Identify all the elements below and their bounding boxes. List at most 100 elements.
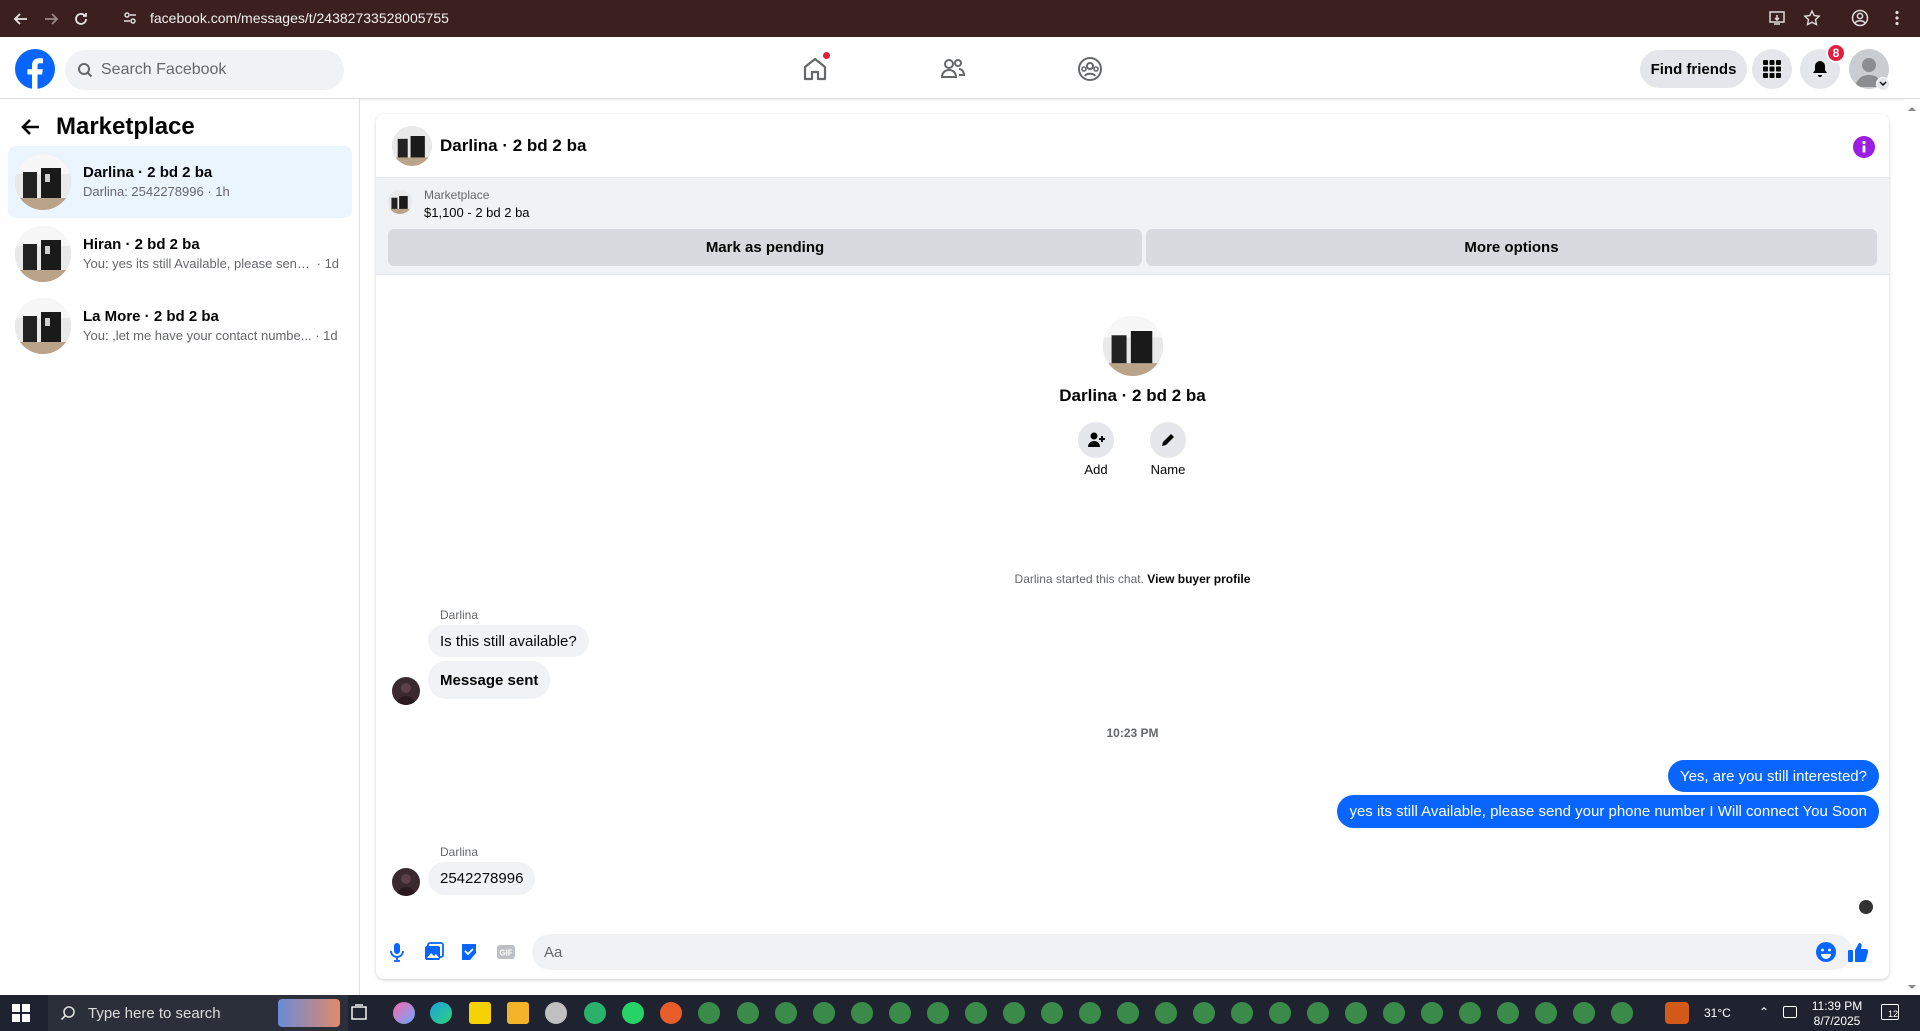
notifications-bell-icon[interactable]: 8 bbox=[1800, 43, 1846, 89]
chrome-icon[interactable] bbox=[660, 1002, 682, 1024]
svg-text:GIF: GIF bbox=[499, 949, 512, 958]
view-buyer-profile-link[interactable]: View buyer profile bbox=[1147, 572, 1250, 586]
chrome-icon[interactable] bbox=[965, 1002, 987, 1024]
chrome-icon[interactable] bbox=[1155, 1002, 1177, 1024]
install-app-icon[interactable] bbox=[1764, 5, 1790, 31]
taskbar-search[interactable]: Type here to search bbox=[48, 995, 348, 1031]
file-explorer-icon[interactable] bbox=[507, 1002, 529, 1024]
clock-time[interactable]: 11:39 PM bbox=[1810, 999, 1864, 1013]
chrome-icon[interactable] bbox=[1345, 1002, 1367, 1024]
chrome-icon[interactable] bbox=[1117, 1002, 1139, 1024]
weather-icon[interactable] bbox=[1665, 1002, 1689, 1024]
chrome-icon[interactable] bbox=[1459, 1002, 1481, 1024]
conversation-item[interactable]: La More · 2 bd 2 ba You: ,let me have yo… bbox=[8, 290, 352, 362]
sticker-icon[interactable] bbox=[456, 939, 482, 965]
add-button[interactable]: Add bbox=[1071, 422, 1121, 477]
chrome-icon[interactable] bbox=[698, 1002, 720, 1024]
bookmark-star-icon[interactable] bbox=[1799, 5, 1825, 31]
search-input[interactable]: Search Facebook bbox=[65, 50, 344, 90]
search-icon bbox=[77, 62, 101, 78]
listing-thumbnail bbox=[15, 154, 71, 210]
chrome-icon[interactable] bbox=[1497, 1002, 1519, 1024]
chrome-icon[interactable] bbox=[1383, 1002, 1405, 1024]
conversation-item[interactable]: Darlina · 2 bd 2 ba Darlina: 2542278996 … bbox=[8, 146, 352, 218]
conversation-item[interactable]: Hiran · 2 bd 2 ba You: yes its still Ava… bbox=[8, 218, 352, 290]
chrome-icon[interactable] bbox=[1269, 1002, 1291, 1024]
groups-icon[interactable] bbox=[1073, 52, 1107, 86]
search-placeholder: Search Facebook bbox=[101, 61, 227, 78]
message-bubble[interactable]: Message sent bbox=[428, 661, 551, 699]
menu-grid-icon[interactable] bbox=[1752, 49, 1792, 89]
site-info-icon[interactable] bbox=[122, 10, 138, 26]
mark-as-pending-button[interactable]: Mark as pending bbox=[388, 229, 1142, 266]
notification-center-icon[interactable]: 12 bbox=[1881, 1004, 1899, 1020]
conversation-time: · 1d bbox=[316, 256, 340, 271]
facebook-logo-icon[interactable] bbox=[15, 49, 55, 89]
chat-title[interactable]: Darlina · 2 bd 2 ba bbox=[440, 136, 586, 156]
sticky-notes-icon[interactable] bbox=[469, 1002, 491, 1024]
page-scrollbar[interactable] bbox=[1904, 99, 1920, 995]
app-icon[interactable] bbox=[545, 1002, 567, 1024]
listing-title[interactable]: $1,100 - 2 bd 2 ba bbox=[424, 205, 530, 220]
emoji-icon[interactable] bbox=[1813, 939, 1839, 965]
message-bubble[interactable]: Is this still available? bbox=[428, 625, 589, 657]
chrome-icon[interactable] bbox=[1003, 1002, 1025, 1024]
profile-icon[interactable] bbox=[1847, 5, 1873, 31]
profile-name: Darlina · 2 bd 2 ba bbox=[1059, 386, 1206, 405]
copilot-icon[interactable] bbox=[393, 1002, 415, 1024]
chrome-icon[interactable] bbox=[889, 1002, 911, 1024]
forward-icon[interactable] bbox=[38, 6, 64, 32]
like-thumb-icon[interactable] bbox=[1845, 939, 1871, 965]
conversation-sidebar: Marketplace Darlina · 2 bd 2 ba Darlina:… bbox=[0, 99, 360, 995]
name-button[interactable]: Name bbox=[1143, 422, 1193, 477]
menu-dots-icon[interactable] bbox=[1884, 5, 1910, 31]
chrome-icon[interactable] bbox=[775, 1002, 797, 1024]
message-input[interactable]: Aa bbox=[532, 934, 1852, 970]
home-notification-dot bbox=[822, 51, 831, 60]
chrome-icon[interactable] bbox=[1193, 1002, 1215, 1024]
chrome-icon[interactable] bbox=[1573, 1002, 1595, 1024]
message-bubble-outgoing[interactable]: Yes, are you still interested? bbox=[1667, 760, 1879, 792]
windows-start-icon[interactable] bbox=[12, 1004, 30, 1022]
message-bubble-outgoing[interactable]: yes its still Available, please send you… bbox=[1337, 795, 1879, 828]
photo-icon[interactable] bbox=[421, 939, 447, 965]
chrome-icon[interactable] bbox=[1611, 1002, 1633, 1024]
message-bubble[interactable]: 2542278996 bbox=[428, 862, 536, 895]
address-bar[interactable]: facebook.com/messages/t/2438273352800575… bbox=[122, 4, 1920, 31]
back-arrow-icon[interactable] bbox=[20, 116, 42, 138]
more-options-button[interactable]: More options bbox=[1146, 229, 1877, 266]
find-friends-button[interactable]: Find friends bbox=[1640, 50, 1747, 88]
weather-temperature[interactable]: 31°C bbox=[1704, 1006, 1731, 1020]
chrome-icon[interactable] bbox=[813, 1002, 835, 1024]
clock-date[interactable]: 8/7/2025 bbox=[1810, 1014, 1864, 1028]
whatsapp-icon[interactable] bbox=[622, 1002, 644, 1024]
chevron-down-icon[interactable] bbox=[1876, 77, 1890, 91]
notification-count: 12 bbox=[1887, 1009, 1898, 1019]
listing-thumbnail[interactable] bbox=[388, 190, 412, 214]
chrome-icon[interactable] bbox=[737, 1002, 759, 1024]
chrome-icon[interactable] bbox=[1307, 1002, 1329, 1024]
conversation-name: La More · 2 bd 2 ba bbox=[83, 308, 219, 325]
chrome-icon[interactable] bbox=[584, 1002, 606, 1024]
home-icon[interactable] bbox=[798, 51, 832, 86]
gif-icon[interactable]: GIF bbox=[493, 939, 519, 965]
chrome-icon[interactable] bbox=[851, 1002, 873, 1024]
chrome-icon[interactable] bbox=[1421, 1002, 1443, 1024]
sender-avatar[interactable] bbox=[392, 868, 420, 896]
chrome-icon[interactable] bbox=[1535, 1002, 1557, 1024]
chrome-icon[interactable] bbox=[1041, 1002, 1063, 1024]
tray-chevron-up-icon[interactable]: ⌃ bbox=[1759, 1005, 1769, 1019]
battery-icon[interactable] bbox=[1783, 1006, 1797, 1018]
chat-avatar[interactable] bbox=[392, 125, 432, 166]
chrome-icon[interactable] bbox=[1079, 1002, 1101, 1024]
info-icon[interactable] bbox=[1853, 136, 1875, 158]
friends-icon[interactable] bbox=[936, 52, 970, 86]
sender-avatar[interactable] bbox=[392, 677, 420, 705]
chrome-icon[interactable] bbox=[1231, 1002, 1253, 1024]
reload-icon[interactable] bbox=[68, 6, 94, 32]
microphone-icon[interactable] bbox=[384, 939, 410, 965]
edge-icon[interactable] bbox=[430, 1002, 452, 1024]
back-icon[interactable] bbox=[8, 6, 34, 32]
task-view-icon[interactable] bbox=[350, 1004, 368, 1022]
chrome-icon[interactable] bbox=[927, 1002, 949, 1024]
